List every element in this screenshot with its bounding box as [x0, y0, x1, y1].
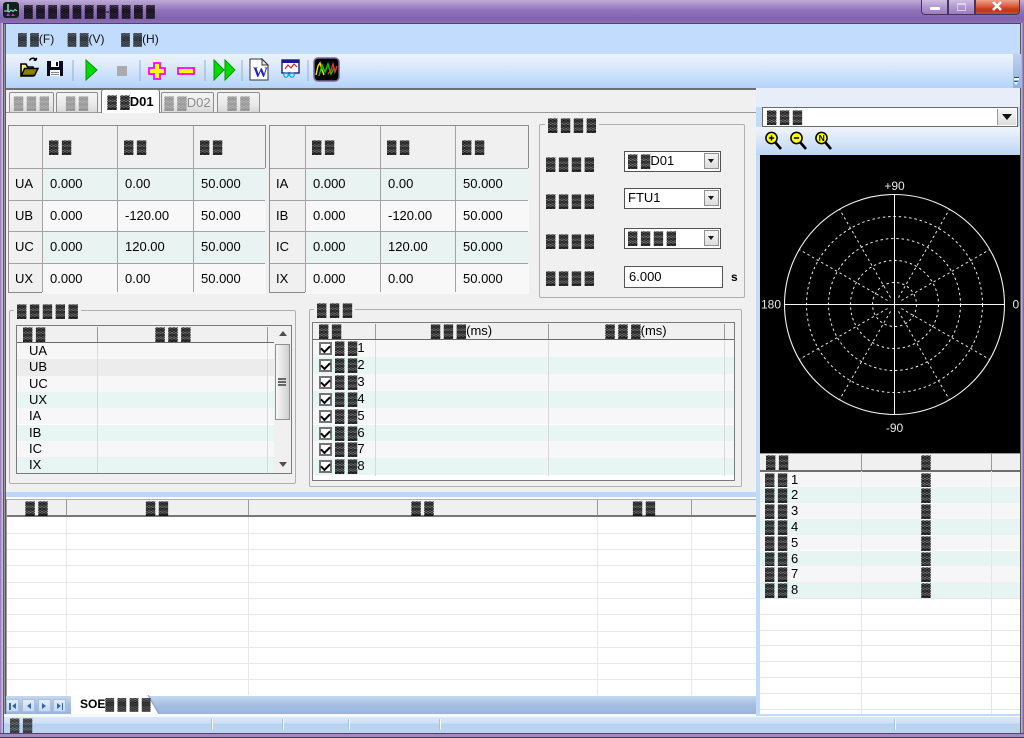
svg-text:+90: +90 — [884, 179, 905, 193]
svg-text:0: 0 — [1013, 298, 1020, 312]
svg-text:N: N — [819, 133, 825, 143]
svg-text:W: W — [253, 65, 268, 81]
svg-text:-90: -90 — [886, 421, 904, 435]
svg-text:180: 180 — [761, 298, 781, 312]
